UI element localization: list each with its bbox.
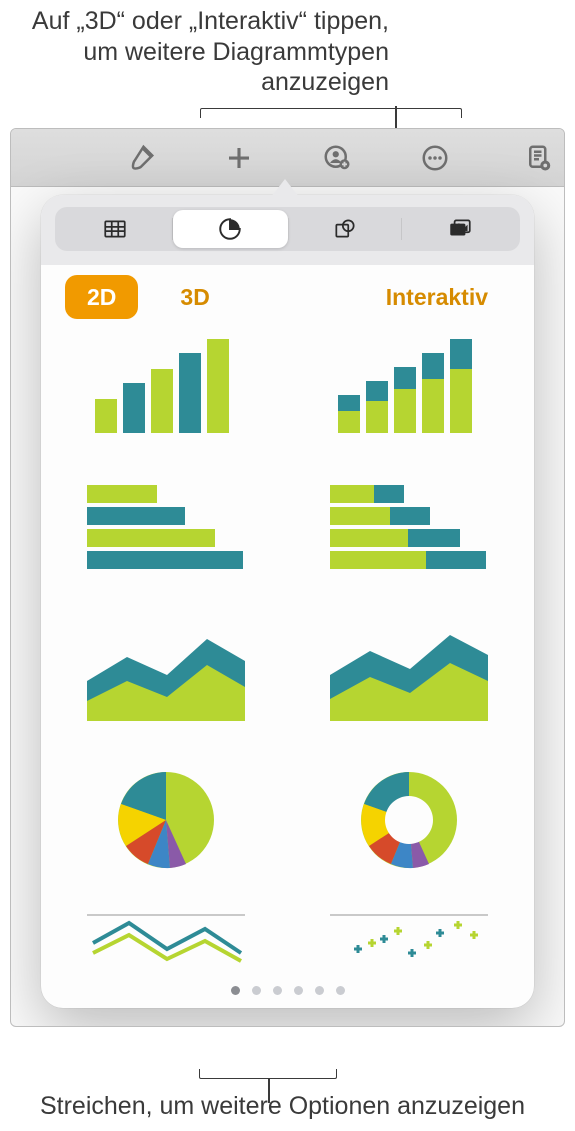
callout-top: Auf „3D“ oder „Interaktiv“ tippen, um we…	[0, 6, 575, 98]
callout-vline-bottom	[268, 1079, 270, 1103]
page-dot-6[interactable]	[336, 986, 345, 995]
scatter-chart[interactable]	[308, 903, 511, 972]
category-shapes[interactable]	[288, 210, 403, 248]
page-dot-5[interactable]	[315, 986, 324, 995]
pagination-dots[interactable]	[41, 972, 534, 1008]
callout-top-text: Auf „3D“ oder „Interaktiv“ tippen, um we…	[32, 7, 389, 96]
page-dot-3[interactable]	[273, 986, 282, 995]
line-chart[interactable]	[65, 903, 268, 972]
chart-template-grid[interactable]	[41, 321, 534, 972]
document-icon[interactable]	[520, 139, 558, 177]
tab-3d-label: 3D	[180, 284, 209, 311]
bar-chart[interactable]	[65, 471, 268, 593]
stacked-bar-chart[interactable]	[308, 471, 511, 593]
insert-popover: 2D 3D Interaktiv	[41, 195, 534, 1008]
page-dot-4[interactable]	[294, 986, 303, 995]
stacked-area-chart[interactable]	[308, 615, 511, 737]
tab-interactive-label: Interaktiv	[386, 284, 488, 311]
callout-leader-bottom	[199, 1069, 337, 1079]
app-frame: 2D 3D Interaktiv	[10, 128, 565, 1027]
category-charts[interactable]	[173, 210, 288, 248]
stacked-column-chart[interactable]	[308, 327, 511, 449]
tab-3d[interactable]: 3D	[158, 275, 231, 319]
popover-header	[41, 195, 534, 265]
collaborate-icon[interactable]	[318, 139, 356, 177]
popover-caret	[271, 179, 299, 197]
brush-icon[interactable]	[122, 139, 160, 177]
insert-category-segmented	[55, 207, 520, 251]
callout-bottom: Streichen, um weitere Optionen anzuzeige…	[0, 1091, 575, 1122]
callout-bottom-text: Streichen, um weitere Optionen anzuzeige…	[40, 1092, 525, 1120]
callout-leader	[200, 108, 462, 118]
tab-2d-label: 2D	[87, 284, 116, 311]
plus-icon[interactable]	[220, 139, 258, 177]
pie-chart[interactable]	[65, 759, 268, 881]
page-dot-2[interactable]	[252, 986, 261, 995]
category-media[interactable]	[402, 210, 517, 248]
category-tables[interactable]	[58, 210, 173, 248]
area-chart[interactable]	[65, 615, 268, 737]
tab-interactive[interactable]: Interaktiv	[364, 275, 510, 319]
page-dot-1[interactable]	[231, 986, 240, 995]
donut-chart[interactable]	[308, 759, 511, 881]
column-chart[interactable]	[65, 327, 268, 449]
tab-2d[interactable]: 2D	[65, 275, 138, 319]
chart-type-tabs: 2D 3D Interaktiv	[41, 265, 534, 321]
more-icon[interactable]	[416, 139, 454, 177]
